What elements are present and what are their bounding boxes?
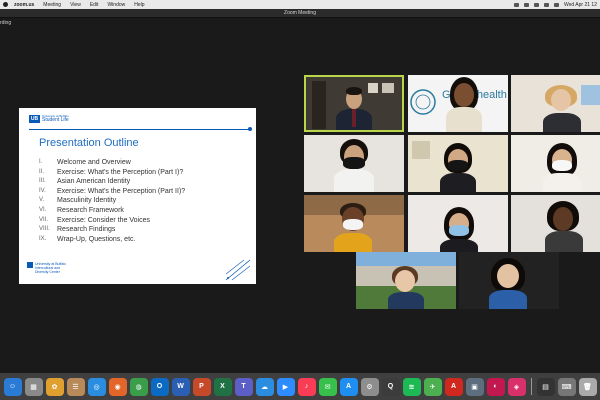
status-icon[interactable] [514, 2, 519, 7]
appstore-icon[interactable]: A [339, 377, 358, 396]
dock-separator [530, 378, 532, 395]
decorative-lines-icon [225, 259, 251, 281]
outline-item: V. Masculinity Identity [39, 197, 117, 205]
outline-item: III. Asian American Identity [39, 178, 131, 186]
trash-icon[interactable]: 🗑 [578, 377, 597, 396]
spotify-icon[interactable]: ≋ [402, 377, 421, 396]
menu-meeting[interactable]: Meeting [43, 2, 61, 8]
outline-item: VI. Research Framework [39, 206, 124, 214]
menu-help[interactable]: Help [134, 2, 144, 8]
teams-icon[interactable]: T [234, 377, 253, 396]
slide-heading: Presentation Outline [39, 137, 139, 149]
video-tile-participant[interactable] [356, 252, 456, 309]
recording-indicator[interactable]: rding [0, 20, 11, 26]
preview-icon[interactable]: ▣ [465, 377, 484, 396]
seal-logo-icon [410, 89, 436, 115]
launchpad-icon[interactable]: ▦ [24, 377, 43, 396]
video-tile-participant[interactable] [511, 135, 600, 192]
quicktime-icon[interactable]: Q [381, 377, 400, 396]
powerpoint-icon[interactable]: P [192, 377, 211, 396]
excel-icon[interactable]: X [213, 377, 232, 396]
status-icon[interactable] [524, 2, 529, 7]
creativecloud-icon[interactable]: ◈ [507, 377, 526, 396]
search-icon[interactable] [554, 2, 559, 7]
outline-item: II. Exercise: What's the Perception (Part… [39, 168, 184, 176]
battery-icon[interactable] [544, 2, 549, 7]
safari-icon[interactable]: ◎ [87, 377, 106, 396]
photos-icon[interactable]: ✿ [45, 377, 64, 396]
onedrive-icon[interactable]: ☁ [255, 377, 274, 396]
menu-edit[interactable]: Edit [90, 2, 99, 8]
chrome-icon[interactable]: ◍ [129, 377, 148, 396]
menu-clock[interactable]: Wed Apr 21 12 [564, 2, 597, 8]
outline-item: VII. Exercise: Consider the Voices [39, 216, 150, 224]
finder-icon[interactable]: ☺ [3, 377, 22, 396]
music-icon[interactable]: ♪ [297, 377, 316, 396]
menu-window[interactable]: Window [107, 2, 125, 8]
video-tile-participant[interactable] [304, 195, 404, 252]
photobooth-icon[interactable]: ◐ [486, 377, 505, 396]
wifi-icon[interactable] [534, 2, 539, 7]
video-tile-participant[interactable] [408, 195, 508, 252]
footer-line: Diversity Center [35, 270, 60, 274]
video-tile-participant[interactable] [511, 75, 600, 132]
keyboard-icon[interactable]: ⌨ [557, 377, 576, 396]
window-title-bar: Zoom Meeting [0, 9, 600, 18]
contacts-icon[interactable]: ☰ [66, 377, 85, 396]
outline-list: I. Welcome and Overview II. Exercise: What… [39, 158, 185, 244]
firefox-icon[interactable]: ◉ [108, 377, 127, 396]
brand-title: Student Life [42, 117, 69, 123]
video-tile-participant[interactable] [459, 252, 559, 309]
shared-screen-slide: UB University at Buffalo Student Life Pr… [19, 108, 256, 284]
video-tile-participant[interactable]: Ge Co health [408, 75, 508, 132]
apple-icon[interactable] [3, 2, 8, 7]
outline-item: IX. Wrap-Up, Questions, etc. [39, 235, 136, 243]
outline-item: I. Welcome and Overview [39, 159, 131, 166]
ub-logo-icon: UB [29, 115, 40, 123]
video-tile-participant[interactable] [511, 195, 600, 252]
menu-app-name[interactable]: zoom.us [14, 2, 34, 8]
macos-dock: ☺ ▦ ✿ ☰ ◎ ◉ ◍ O W P X T ☁ ▶ ♪ ✉ A ⚙ Q ≋ ✈ A ▣ ◐ ◈ ▤ ⌨ 🗑 [0, 373, 600, 400]
settings-icon[interactable]: ⚙ [360, 377, 379, 396]
zoom-icon[interactable]: ▶ [276, 377, 295, 396]
word-icon[interactable]: W [171, 377, 190, 396]
menu-view[interactable]: View [70, 2, 81, 8]
menu-status-area: Wed Apr 21 12 [514, 2, 597, 8]
video-tile-speaker[interactable] [304, 75, 404, 132]
video-tile-participant[interactable] [304, 135, 404, 192]
slide-divider-dot [248, 127, 252, 131]
outline-item: IV. Exercise: What's the Perception (Part… [39, 187, 186, 195]
ub-mark-icon [27, 262, 33, 268]
slide-divider [29, 129, 251, 130]
video-tile-participant[interactable] [408, 135, 508, 192]
footer-logo: University at Buffalo Intercultural and … [27, 262, 66, 274]
outlook-icon[interactable]: O [150, 377, 169, 396]
acrobat-icon[interactable]: A [444, 377, 463, 396]
activity-monitor-icon[interactable]: ▤ [536, 377, 555, 396]
macos-menu-bar: zoom.us Meeting View Edit Window Help We… [0, 0, 600, 9]
maps-icon[interactable]: ✈ [423, 377, 442, 396]
outline-item: VIII. Research Findings [39, 226, 116, 234]
window-title: Zoom Meeting [284, 10, 316, 16]
messages-icon[interactable]: ✉ [318, 377, 337, 396]
slide-brand: UB University at Buffalo Student Life [29, 115, 69, 123]
